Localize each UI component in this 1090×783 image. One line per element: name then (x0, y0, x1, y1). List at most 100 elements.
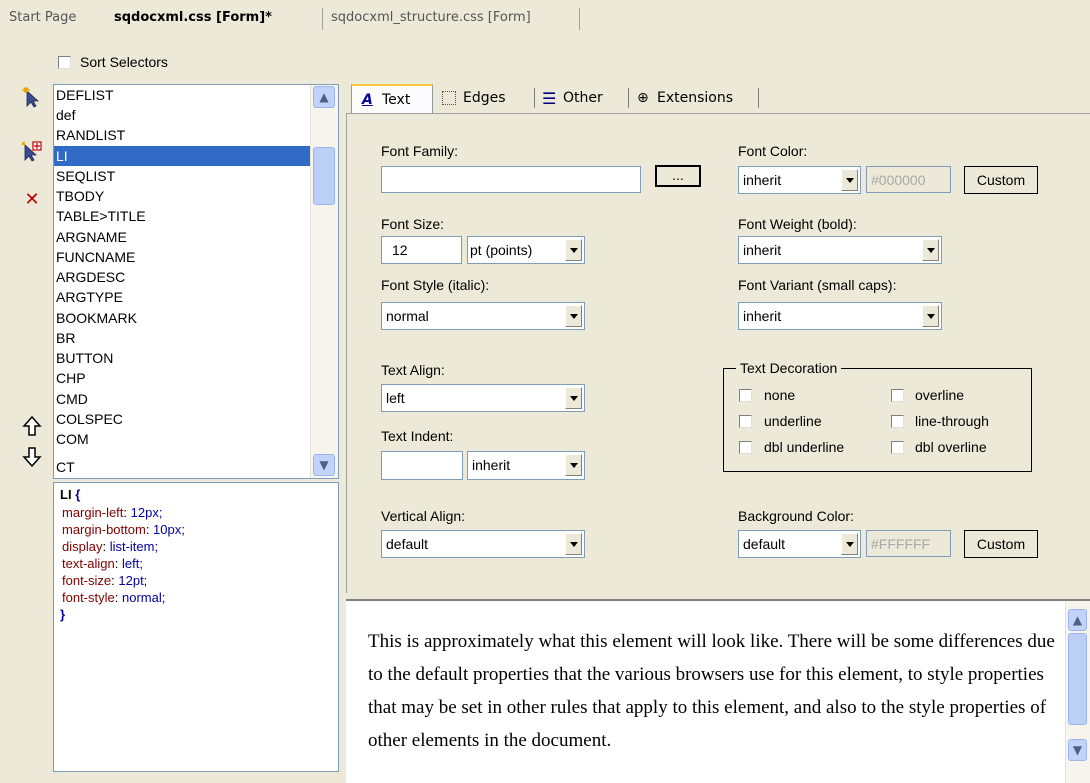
tab-start-page[interactable]: Start Page (9, 10, 76, 25)
list-item[interactable]: RANDLIST (54, 125, 312, 145)
font-style-select[interactable]: normal (381, 302, 585, 330)
list-item[interactable]: TBODY (54, 186, 312, 206)
background-color-hex-input[interactable]: #FFFFFF (866, 530, 951, 557)
tab-sqdocxml-structure-css[interactable]: sqdocxml_structure.css [Form] (331, 10, 531, 25)
move-down-icon[interactable] (20, 446, 44, 470)
dropdown-arrow-icon[interactable] (565, 387, 582, 409)
list-item[interactable]: CT (54, 457, 312, 477)
decoration-dbl-overline-checkbox[interactable] (891, 441, 904, 454)
scroll-thumb[interactable] (1068, 633, 1087, 725)
list-item[interactable]: ARGNAME (54, 227, 312, 247)
font-color-hex-input[interactable]: #000000 (866, 166, 951, 193)
list-item[interactable]: TABLE>TITLE (54, 206, 312, 226)
delete-selector-icon[interactable]: ✕ (20, 188, 44, 212)
list-item[interactable]: COLSPEC (54, 409, 312, 429)
dropdown-arrow-icon[interactable] (565, 239, 582, 261)
list-item[interactable]: ARGDESC (54, 267, 312, 287)
css-selector-line: LI { (60, 487, 80, 502)
css-open-brace: { (75, 487, 81, 502)
list-item[interactable]: def (54, 105, 312, 125)
text-indent-input[interactable] (381, 451, 463, 480)
text-indent-unit-value: inherit (472, 457, 511, 473)
decoration-underline-label: underline (764, 413, 822, 429)
list-item[interactable]: COM (54, 429, 312, 449)
plus-circle-icon: ⊕ (637, 90, 649, 106)
tab-edges[interactable]: Edges (440, 84, 530, 113)
move-up-icon[interactable] (20, 415, 44, 439)
document-tabs: Start Page sqdocxml.css [Form]* sqdocxml… (0, 0, 1090, 34)
list-item[interactable]: BUTTON (54, 348, 312, 368)
list-item[interactable]: FUNCNAME (54, 247, 312, 267)
text-align-select[interactable]: left (381, 384, 585, 412)
list-item[interactable]: DEFLIST (54, 85, 312, 105)
decoration-overline-checkbox[interactable] (891, 389, 904, 402)
scroll-up-button[interactable]: ▲ (1068, 609, 1087, 631)
panel-top-border (346, 113, 1090, 114)
font-style-label: Font Style (italic): (381, 277, 490, 293)
dropdown-arrow-icon[interactable] (922, 305, 939, 327)
font-variant-value: inherit (743, 308, 782, 324)
dropdown-arrow-icon[interactable] (841, 169, 858, 191)
tab-text[interactable]: A Text (351, 84, 433, 113)
font-color-custom-button[interactable]: Custom (964, 166, 1038, 194)
list-item[interactable]: ARGTYPE (54, 287, 312, 307)
background-color-label: Background Color: (738, 508, 854, 524)
css-declaration: font-size: 12pt; (62, 573, 148, 588)
tab-sqdocxml-css[interactable]: sqdocxml.css [Form]* (114, 10, 272, 25)
text-decoration-label: Text Decoration (736, 360, 842, 376)
add-child-selector-icon[interactable] (20, 140, 44, 164)
tab-text-label: Text (382, 92, 411, 108)
font-size-unit-select[interactable]: pt (points) (467, 236, 585, 264)
font-color-select[interactable]: inherit (738, 166, 861, 194)
scroll-thumb[interactable] (313, 147, 335, 205)
list-tab-icon: ☰ (542, 89, 557, 108)
text-indent-unit-select[interactable]: inherit (467, 451, 585, 480)
css-declaration: text-align: left; (62, 556, 143, 571)
font-size-input[interactable]: 12 (381, 236, 462, 264)
selector-list-scrollbar[interactable]: ▲ ▼ (310, 85, 338, 478)
dropdown-arrow-icon[interactable] (565, 305, 582, 327)
scroll-down-button[interactable]: ▼ (313, 454, 335, 476)
list-item[interactable]: CHP (54, 368, 312, 388)
font-weight-select[interactable]: inherit (738, 236, 942, 264)
background-color-value: default (743, 536, 786, 552)
sort-selectors-label: Sort Selectors (80, 54, 168, 70)
font-size-label: Font Size: (381, 216, 445, 232)
font-variant-select[interactable]: inherit (738, 302, 942, 330)
decoration-dbl-underline-checkbox[interactable] (739, 441, 752, 454)
list-item-selected[interactable]: LI (54, 146, 312, 166)
tab-other[interactable]: ☰ Other (540, 84, 625, 113)
tab-divider (758, 88, 759, 108)
decoration-line-through-label: line-through (915, 413, 989, 429)
dropdown-arrow-icon[interactable] (565, 454, 582, 476)
add-selector-icon[interactable] (20, 86, 44, 110)
list-item[interactable]: CMD (54, 389, 312, 409)
background-color-select[interactable]: default (738, 530, 861, 558)
text-tab-icon: A (362, 92, 373, 108)
font-family-input[interactable] (381, 166, 641, 193)
tab-divider (579, 8, 580, 30)
decoration-line-through-checkbox[interactable] (891, 415, 904, 428)
scroll-down-button[interactable]: ▼ (1068, 739, 1087, 761)
browse-fonts-button[interactable]: ... (655, 165, 701, 187)
decoration-dbl-underline-label: dbl underline (764, 439, 845, 455)
list-item[interactable]: SEQLIST (54, 166, 312, 186)
tab-extensions[interactable]: ⊕ Extensions (635, 84, 755, 113)
selector-list[interactable]: DEFLIST def RANDLIST LI SEQLIST TBODY TA… (53, 84, 339, 479)
vertical-align-select[interactable]: default (381, 530, 585, 558)
font-family-label: Font Family: (381, 143, 459, 159)
decoration-none-checkbox[interactable] (739, 389, 752, 402)
css-selector: LI (60, 487, 72, 502)
dropdown-arrow-icon[interactable] (565, 533, 582, 555)
preview-scrollbar[interactable]: ▲ ▼ (1065, 601, 1090, 783)
dropdown-arrow-icon[interactable] (841, 533, 858, 555)
list-item[interactable]: BOOKMARK (54, 308, 312, 328)
decoration-underline-checkbox[interactable] (739, 415, 752, 428)
tab-divider (322, 8, 323, 30)
background-color-custom-button[interactable]: Custom (964, 530, 1038, 558)
scroll-up-button[interactable]: ▲ (313, 86, 335, 108)
sort-selectors-checkbox[interactable] (58, 56, 71, 69)
font-style-value: normal (386, 308, 429, 324)
dropdown-arrow-icon[interactable] (922, 239, 939, 261)
list-item[interactable]: BR (54, 328, 312, 348)
